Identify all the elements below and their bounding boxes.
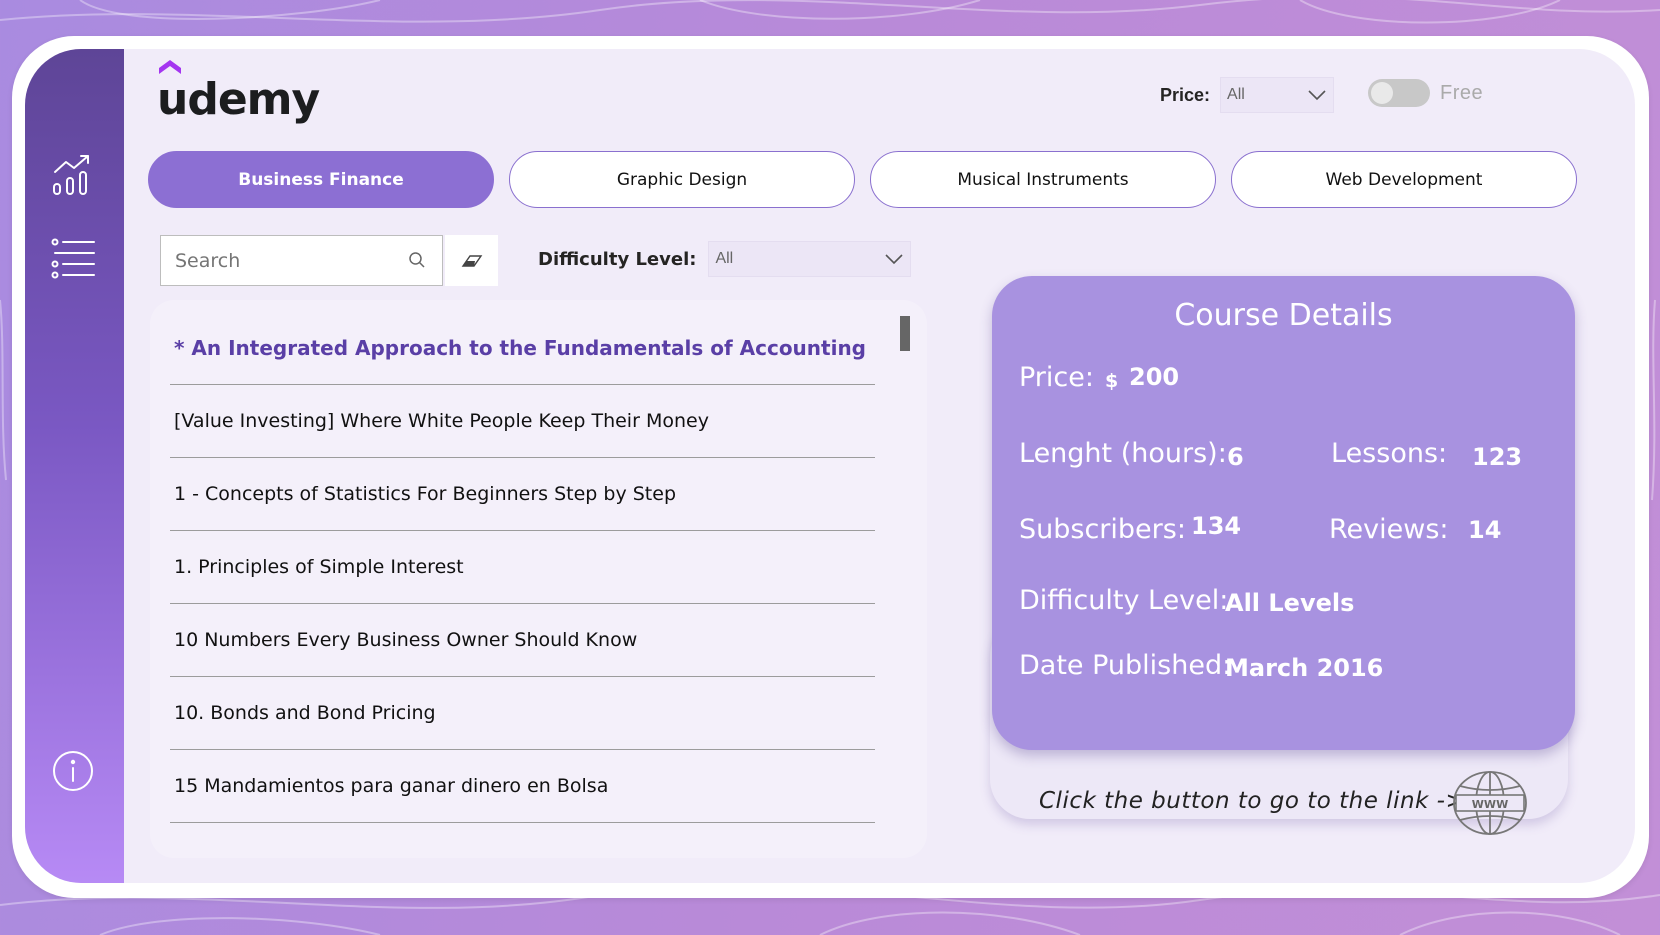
price-label: Price: (1160, 84, 1211, 105)
price-value: 200 (1129, 363, 1180, 391)
logo-cap-icon (159, 60, 181, 74)
list-item[interactable]: 10. Bonds and Bond Pricing (170, 677, 875, 750)
price-dropdown-value: All (1227, 86, 1245, 103)
category-tabs: Business Finance Graphic Design Musical … (148, 151, 1577, 208)
eraser-icon (461, 254, 482, 267)
link-instruction: Click the button to go to the link -> (1039, 788, 1466, 814)
free-toggle[interactable] (1368, 79, 1430, 107)
currency-symbol: $ (1105, 370, 1119, 392)
toggle-knob (1371, 82, 1393, 104)
chevron-down-icon (1308, 90, 1326, 101)
difficulty-filter: Difficulty Level: All (538, 241, 912, 277)
list-scrollbar[interactable] (900, 316, 910, 351)
date-value: March 2016 (1225, 654, 1384, 682)
tab-business-finance[interactable]: Business Finance (148, 151, 494, 208)
list-icon[interactable] (47, 232, 99, 284)
logo-text: udemy (157, 74, 320, 125)
reviews-value: 14 (1468, 516, 1502, 544)
lessons-value: 123 (1472, 443, 1523, 471)
clear-filters-button[interactable] (445, 235, 498, 286)
date-label: Date Published: (1019, 650, 1232, 681)
tab-musical-instruments[interactable]: Musical Instruments (870, 151, 1216, 208)
search-input[interactable] (175, 249, 385, 272)
reviews-label: Reviews: (1329, 514, 1449, 545)
list-item[interactable]: 15 Mandamientos para ganar dinero en Bol… (170, 750, 875, 823)
chart-icon[interactable] (47, 149, 99, 201)
price-filter: Price: All (1160, 77, 1335, 113)
svg-text:WWW: WWW (1472, 798, 1508, 811)
udemy-logo: udemy (157, 60, 320, 125)
www-globe-icon[interactable]: WWW (1452, 770, 1528, 836)
length-value: 6 (1227, 443, 1244, 471)
lessons-label: Lessons: (1331, 438, 1448, 469)
free-toggle-label: Free (1440, 81, 1484, 104)
difficulty-dropdown[interactable]: All (708, 241, 912, 277)
sidebar (25, 49, 124, 883)
details-title: Course Details (1174, 298, 1393, 333)
course-list: * An Integrated Approach to the Fundamen… (150, 300, 927, 858)
list-item[interactable]: * An Integrated Approach to the Fundamen… (170, 312, 875, 385)
price-detail-label: Price: (1019, 362, 1094, 393)
subscribers-label: Subscribers: (1019, 514, 1186, 545)
length-label: Lenght (hours): (1019, 438, 1227, 469)
difficulty-label: Difficulty Level: (538, 248, 697, 270)
search-icon[interactable] (408, 251, 426, 269)
difficulty-value: All Levels (1225, 589, 1355, 617)
chevron-down-icon (885, 254, 904, 265)
list-item[interactable]: 10 Numbers Every Business Owner Should K… (170, 604, 875, 677)
list-item[interactable]: 1. Principles of Simple Interest (170, 531, 875, 604)
free-toggle-group: Free (1368, 79, 1483, 107)
info-icon[interactable] (47, 745, 99, 797)
tab-web-development[interactable]: Web Development (1231, 151, 1577, 208)
search-box (160, 235, 443, 286)
subscribers-value: 134 (1191, 512, 1242, 540)
list-item[interactable]: 1 - Concepts of Statistics For Beginners… (170, 458, 875, 531)
difficulty-dropdown-value: All (715, 250, 734, 267)
price-dropdown[interactable]: All (1220, 77, 1335, 113)
difficulty-detail-label: Difficulty Level: (1019, 585, 1229, 616)
tab-graphic-design[interactable]: Graphic Design (509, 151, 855, 208)
course-details-panel: Course Details Price: $ 200 Lenght (hour… (992, 276, 1575, 750)
list-item[interactable]: [Value Investing] Where White People Kee… (170, 385, 875, 458)
